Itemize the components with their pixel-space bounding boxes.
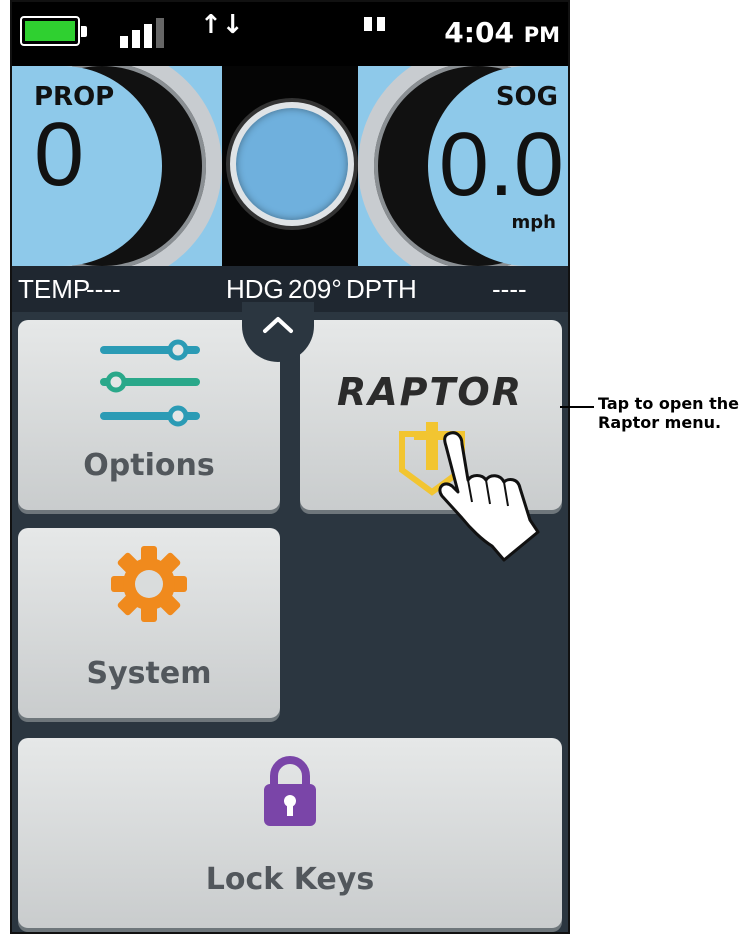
battery-icon [20, 16, 87, 46]
callout-text: Tap to open the Raptor menu. [598, 394, 743, 432]
device-screen: ↑↓ 4:04 PM PROP 0 SOG 0.0 mph TEMP ---- … [10, 0, 570, 934]
sim-icon [364, 16, 390, 35]
callout-leader-line [560, 406, 594, 408]
options-label: Options [83, 448, 215, 483]
depth-label: DPTH [346, 274, 417, 304]
signal-strength-icon [120, 16, 180, 48]
center-home-button[interactable] [230, 102, 354, 226]
system-label: System [86, 656, 212, 691]
lock-keys-tile[interactable]: Lock Keys [18, 738, 562, 928]
data-transfer-icon: ↑↓ [200, 10, 244, 40]
callout-line-2: Raptor menu. [598, 413, 722, 432]
gear-icon [111, 546, 187, 622]
sog-unit: mph [511, 212, 556, 233]
sliders-icon [100, 339, 200, 427]
temp-value: ---- [86, 274, 121, 304]
raptor-logo-text: RAPTOR [336, 370, 523, 414]
status-clock: 4:04 PM [444, 16, 560, 49]
chevron-up-icon [263, 317, 293, 333]
status-bar: ↑↓ 4:04 PM [12, 2, 568, 66]
callout-line-1: Tap to open the [598, 394, 740, 413]
temp-label: TEMP [18, 274, 91, 304]
depth-value: ---- [492, 274, 527, 304]
tap-hand-icon [438, 431, 540, 562]
clock-time: 4:04 [444, 16, 514, 49]
clock-suffix: PM [523, 23, 560, 47]
options-tile[interactable]: Options [18, 320, 280, 510]
prop-value: 0 [34, 105, 85, 205]
lock-keys-label: Lock Keys [205, 862, 375, 897]
sog-label: SOG [495, 82, 558, 112]
sog-value: 0.0 [438, 115, 564, 215]
gauge-panel: PROP 0 SOG 0.0 mph [12, 66, 568, 266]
lock-icon [264, 756, 316, 826]
system-tile[interactable]: System [18, 528, 280, 718]
